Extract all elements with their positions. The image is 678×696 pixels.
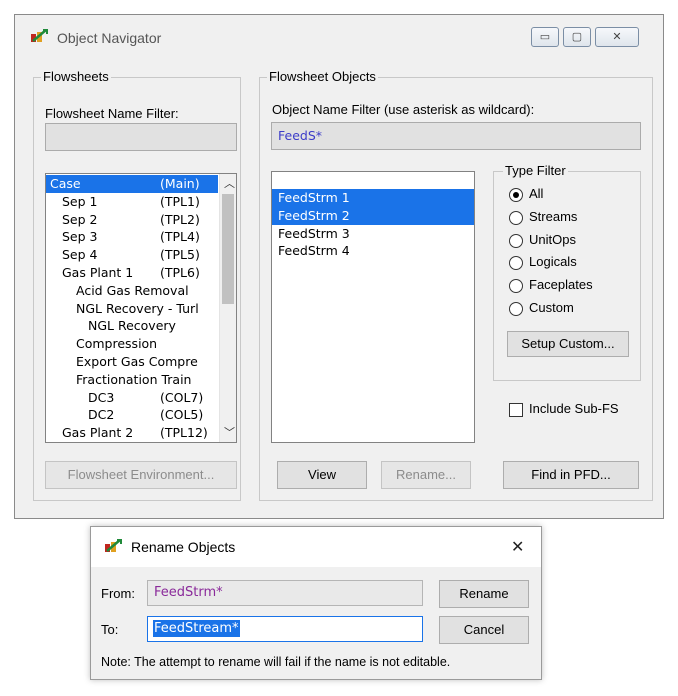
to-label: To:	[101, 622, 119, 637]
maximize-icon: ▢	[571, 31, 583, 43]
flowsheet-item-name: Compression	[76, 336, 158, 352]
flowsheet-name-filter-label: Flowsheet Name Filter:	[45, 106, 179, 121]
flowsheet-list-item[interactable]: NGL Recovery	[46, 317, 218, 335]
object-name-filter-input[interactable]: FeedS*	[271, 122, 641, 150]
flowsheet-item-tag: (TPL1)	[160, 193, 200, 209]
flowsheet-list-item[interactable]: Sep 4 (TPL5)	[46, 246, 218, 264]
scroll-up-icon[interactable]: ︿	[224, 175, 235, 191]
app-icon	[105, 539, 122, 552]
flowsheet-list-item[interactable]: Acid Gas Removal	[46, 282, 218, 300]
flowsheet-item-name: NGL Recovery	[88, 318, 176, 334]
view-button[interactable]: View	[277, 461, 367, 489]
flowsheet-list-item[interactable]: DC2 (COL5)	[46, 406, 218, 424]
navigator-title-bar[interactable]: Object Navigator ▭ ▢ ✕	[15, 15, 663, 57]
flowsheet-list-item[interactable]: Sep 1 (TPL1)	[46, 193, 218, 211]
flowsheet-item-name: Sep 3	[62, 229, 98, 245]
object-navigator-window: Object Navigator ▭ ▢ ✕ Flowsheets Flowsh…	[14, 14, 664, 519]
flowsheet-item-name: Case	[50, 176, 81, 191]
object-list-item[interactable]: FeedStrm 2	[272, 206, 474, 225]
scrollbar-thumb[interactable]	[222, 194, 234, 304]
flowsheet-item-name: Gas Plant 2	[62, 425, 134, 441]
setup-custom-button[interactable]: Setup Custom...	[507, 331, 629, 357]
flowsheet-item-name: Export Gas Compre	[76, 354, 198, 369]
flowsheet-item-tag: (COL5)	[160, 407, 204, 423]
flowsheet-list-item[interactable]: Gas Plant 1 (TPL6)	[46, 264, 218, 282]
flowsheet-objects-group-label: Flowsheet Objects	[267, 69, 378, 84]
close-button[interactable]: ✕	[595, 27, 639, 47]
flowsheet-item-tag: (TPL12)	[160, 425, 208, 441]
find-in-pfd-button[interactable]: Find in PFD...	[503, 461, 639, 489]
object-list-item[interactable]: FeedStrm 4	[272, 242, 474, 260]
radio-selected-dot	[513, 192, 519, 198]
app-icon	[31, 29, 48, 42]
flowsheet-item-name: Acid Gas Removal	[76, 282, 189, 298]
from-field[interactable]: FeedStrm*	[147, 580, 423, 606]
to-field[interactable]: FeedStream*	[147, 616, 423, 642]
object-list-item[interactable]: FeedStrm 3	[272, 225, 474, 243]
flowsheet-item-name: NGL Recovery - Turl	[76, 300, 199, 316]
rename-dialog-title-bar[interactable]: Rename Objects ✕	[91, 527, 541, 567]
flowsheet-item-name: Fractionation Train	[76, 371, 192, 387]
minimize-button[interactable]: ▭	[531, 27, 559, 47]
cancel-button[interactable]: Cancel	[439, 616, 529, 644]
rename-objects-button[interactable]: Rename...	[381, 461, 471, 489]
flowsheets-group-label: Flowsheets	[41, 69, 111, 84]
flowsheet-item-tag: (TPL5)	[160, 247, 200, 263]
rename-note: Note: The attempt to rename will fail if…	[101, 655, 451, 669]
flowsheet-item-name: DC3	[88, 389, 115, 405]
minimize-icon: ▭	[539, 31, 551, 43]
flowsheet-item-tag: (TPL4)	[160, 229, 200, 245]
type-filter-label-logicals: Logicals	[529, 254, 577, 270]
rename-button[interactable]: Rename	[439, 580, 529, 608]
include-subfs-checkbox[interactable]	[509, 403, 523, 417]
to-field-selected-text: FeedStream*	[153, 620, 240, 637]
flowsheet-list-item[interactable]: Gas Plant 2 (TPL12)	[46, 424, 218, 442]
type-filter-radio-all[interactable]	[509, 188, 523, 202]
flowsheet-name-filter-input[interactable]	[45, 123, 237, 151]
flowsheet-list[interactable]: Case (Main) Sep 1 (TPL1) Sep 2 (TPL2) Sep 3 (TP…	[45, 173, 237, 443]
flowsheet-item-name: Sep 2	[62, 211, 98, 227]
flowsheet-objects-list[interactable]: FeedStrm 1 FeedStrm 2 FeedStrm 3 FeedStrm 4	[271, 171, 475, 443]
flowsheet-environment-button[interactable]: Flowsheet Environment...	[45, 461, 237, 489]
type-filter-radio-unitops[interactable]	[509, 233, 523, 248]
flowsheet-item-name: Gas Plant 1	[62, 265, 134, 280]
type-filter-radio-custom[interactable]	[509, 302, 523, 316]
flowsheet-item-tag: (TPL2)	[160, 211, 200, 227]
from-label: From:	[101, 586, 135, 601]
flowsheet-item-tag: (TPL6)	[160, 265, 200, 280]
maximize-button[interactable]: ▢	[563, 27, 591, 47]
flowsheet-list-item[interactable]: Export Gas Compre	[46, 353, 218, 371]
flowsheet-item-tag: (Main)	[160, 176, 200, 191]
flowsheet-list-item[interactable]: Case (Main)	[46, 175, 218, 193]
type-filter-label-streams: Streams	[529, 208, 578, 224]
navigator-title: Object Navigator	[57, 30, 162, 46]
type-filter-label: Type Filter	[503, 163, 568, 178]
flowsheet-list-item[interactable]: Sep 2 (TPL2)	[46, 211, 218, 229]
flowsheet-list-item[interactable]: DC3 (COL7)	[46, 389, 218, 407]
flowsheet-list-item[interactable]: Fractionation Train	[46, 371, 218, 389]
flowsheet-item-name: Sep 1	[62, 193, 98, 209]
flowsheet-list-item[interactable]: NGL Recovery - Turl	[46, 300, 218, 318]
flowsheet-list-item[interactable]: Compression	[46, 335, 218, 353]
close-icon[interactable]: ✕	[511, 537, 524, 557]
flowsheet-list-scrollbar[interactable]: ︿ ﹀	[219, 174, 236, 442]
type-filter-label-custom: Custom	[529, 300, 574, 315]
flowsheet-item-name: Sep 4	[62, 247, 98, 263]
scroll-down-icon[interactable]: ﹀	[224, 424, 235, 440]
rename-objects-dialog: Rename Objects ✕ From: FeedStrm* To: Fee…	[90, 526, 542, 680]
include-subfs-label: Include Sub-FS	[529, 401, 619, 416]
type-filter-label-all: All	[529, 186, 544, 201]
flowsheet-item-tag: (COL7)	[160, 389, 204, 405]
rename-dialog-title: Rename Objects	[131, 539, 236, 555]
object-name-filter-label: Object Name Filter (use asterisk as wild…	[272, 102, 535, 117]
close-icon: ✕	[612, 31, 622, 43]
type-filter-radio-streams[interactable]	[509, 210, 523, 225]
object-list-item[interactable]: FeedStrm 1	[272, 189, 474, 207]
flowsheet-list-item[interactable]: Sep 3 (TPL4)	[46, 228, 218, 246]
type-filter-label-faceplates: Faceplates	[529, 277, 593, 293]
type-filter-label-unitops: UnitOps	[529, 231, 576, 247]
flowsheet-item-name: DC2	[88, 407, 115, 423]
